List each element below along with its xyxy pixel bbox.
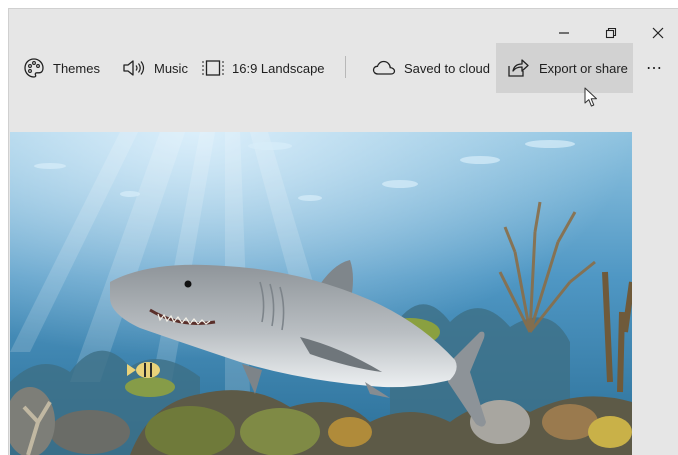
toolbar-divider — [345, 56, 346, 78]
music-label: Music — [154, 60, 188, 76]
export-share-button[interactable]: Export or share — [496, 43, 633, 93]
more-icon: ⋯ — [646, 60, 663, 77]
cloud-status-label: Saved to cloud — [404, 60, 491, 76]
export-share-label: Export or share — [539, 60, 628, 76]
shark-scene-image — [10, 132, 632, 455]
aspect-ratio-icon — [202, 59, 224, 77]
themes-button[interactable]: Themes — [23, 43, 100, 93]
cloud-icon — [372, 59, 396, 77]
share-icon — [507, 58, 529, 78]
mouse-cursor-icon — [584, 87, 600, 114]
palette-icon — [23, 57, 45, 79]
minimize-icon — [559, 32, 569, 34]
cloud-status[interactable]: Saved to cloud — [372, 43, 490, 93]
video-preview[interactable] — [10, 132, 632, 455]
themes-label: Themes — [53, 60, 100, 76]
speaker-icon — [122, 58, 146, 78]
music-button[interactable]: Music — [122, 43, 188, 93]
app-window: Themes Music 16:9 Landscape Saved to clo… — [8, 8, 678, 455]
toolbar: Themes Music 16:9 Landscape Saved to clo… — [9, 43, 678, 93]
aspect-ratio-label: 16:9 Landscape — [232, 60, 325, 76]
aspect-ratio-button[interactable]: 16:9 Landscape — [202, 43, 325, 93]
more-options-button[interactable]: ⋯ — [646, 43, 663, 93]
restore-icon — [605, 27, 617, 39]
close-icon — [652, 27, 664, 39]
